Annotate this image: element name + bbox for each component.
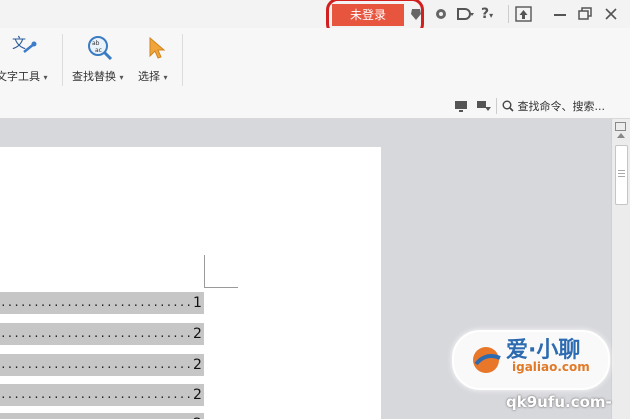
help-icon[interactable]: ?▾ <box>481 6 493 22</box>
scrollbar-thumb[interactable] <box>615 145 628 205</box>
help-label: ? <box>481 6 490 22</box>
grip-line <box>618 170 625 171</box>
titlebar-divider <box>508 5 509 23</box>
ribbon-divider <box>182 34 183 86</box>
dropdown-arrow-icon: ▾ <box>43 73 48 82</box>
toc-leader-dots: ........................................… <box>0 358 192 371</box>
scroll-up-icon[interactable] <box>617 133 625 138</box>
svg-text:ab: ab <box>92 40 100 47</box>
skin-icon[interactable] <box>409 6 423 22</box>
vertical-scrollbar[interactable] <box>611 119 630 419</box>
toc-page-number: 2 <box>193 326 202 342</box>
svg-text:ac: ac <box>95 47 102 54</box>
command-bar: 查找命令、搜索... <box>0 94 630 119</box>
upload-icon[interactable] <box>515 6 533 22</box>
toc-entry[interactable]: ........................................… <box>0 292 204 314</box>
title-bar: 未登录 ?▾ <box>0 0 630 36</box>
toc-page-number: 2 <box>193 387 202 403</box>
text-tools-icon: 文 <box>12 34 38 62</box>
watermark-logo-icon <box>470 344 506 380</box>
toc-leader-dots: ........................................… <box>0 296 192 309</box>
search-icon <box>502 100 514 112</box>
text-tools-button[interactable]: 文 文字工具 ▾ <box>0 32 56 88</box>
margin-corner-mark <box>204 255 205 287</box>
find-replace-icon: ab ac <box>86 34 114 64</box>
toc-leader-dots: ........................................… <box>0 413 192 419</box>
select-label: 选择 <box>138 70 160 83</box>
dropdown-arrow-icon: ▾ <box>119 73 124 82</box>
close-icon[interactable] <box>604 6 618 22</box>
select-button[interactable]: 选择 ▾ <box>136 32 178 88</box>
toc-leader-dots: ........................................… <box>0 388 192 401</box>
grip-line <box>618 173 625 174</box>
document-page[interactable] <box>0 147 381 419</box>
watermark-url: igaliao.com <box>512 360 590 374</box>
screen-icon[interactable] <box>454 98 468 112</box>
toc-leader-dots: ........................................… <box>0 327 192 340</box>
ribbon-divider <box>62 34 63 86</box>
scroll-top-button[interactable] <box>615 122 626 131</box>
filter-icon[interactable] <box>476 98 491 112</box>
command-divider <box>496 98 497 114</box>
restore-icon[interactable] <box>578 6 592 22</box>
command-search-label: 查找命令、搜索... <box>517 100 606 113</box>
grip-line <box>618 176 625 177</box>
find-replace-button[interactable]: ab ac 查找替换 ▾ <box>70 32 130 88</box>
feedback-icon[interactable] <box>456 6 476 22</box>
cursor-arrow-icon <box>148 36 166 64</box>
toc-page-number: 2 <box>193 357 202 373</box>
toc-entry[interactable]: ........................................… <box>0 413 204 419</box>
watermark-code: qk9ufu.com- <box>506 393 612 411</box>
settings-icon[interactable] <box>434 6 448 22</box>
svg-text:文: 文 <box>12 36 26 52</box>
toc-entry[interactable]: ........................................… <box>0 354 204 376</box>
command-search[interactable]: 查找命令、搜索... <box>502 98 605 114</box>
find-replace-label: 查找替换 <box>72 70 116 83</box>
toc-page-number: 1 <box>193 295 202 311</box>
minimize-icon[interactable] <box>553 6 567 22</box>
watermark: 爱·小聊 igaliao.com qk9ufu.com- <box>452 330 612 419</box>
toc-entry[interactable]: ........................................… <box>0 384 204 406</box>
margin-corner-mark <box>204 287 238 288</box>
ribbon-toolbar: 文 文字工具 ▾ ab ac 查找替换 ▾ 选择 ▾ <box>0 28 630 95</box>
toc-page-number: 2 <box>193 413 202 419</box>
toc-entry[interactable]: ........................................… <box>0 323 204 345</box>
dropdown-arrow-icon: ▾ <box>163 73 168 82</box>
text-tools-label: 文字工具 <box>0 70 40 83</box>
